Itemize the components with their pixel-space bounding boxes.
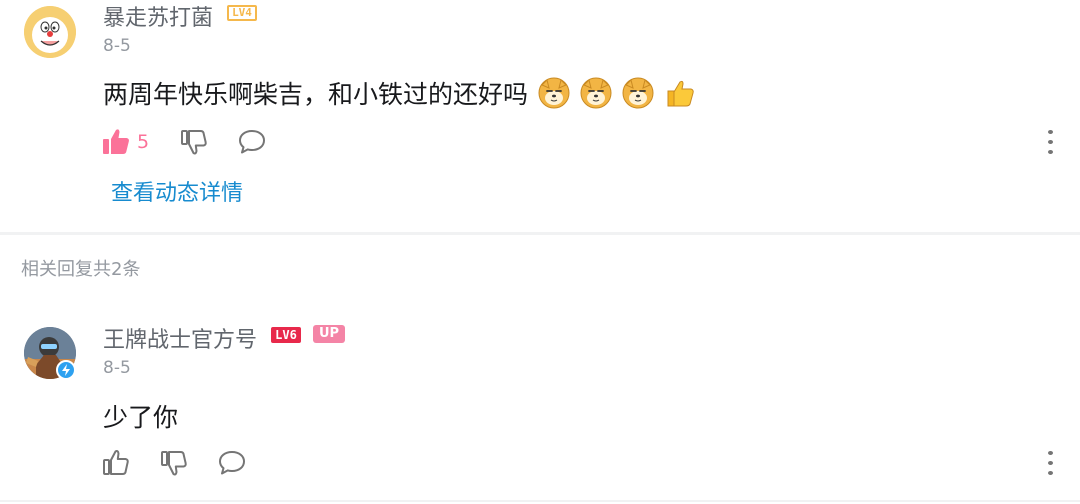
username[interactable]: 王牌战士官方号 [103,322,257,354]
more-dot-icon [1047,471,1053,475]
thumbs-down-icon [161,451,187,476]
more-options-button[interactable] [1045,127,1055,157]
thumbs-down-icon [181,130,207,155]
uploader-badge: UP [313,325,345,343]
doge-emoji-icon [622,77,654,109]
username[interactable]: 暴走苏打菌 [103,0,213,32]
doraemon-avatar-image [24,6,76,58]
thumbs-up-emoji-icon [664,77,696,109]
bottom-divider [0,500,1080,502]
comment-bubble-icon [219,451,245,475]
more-dot-icon [1047,150,1053,154]
view-post-detail-link[interactable]: 查看动态详情 [111,175,243,207]
like-button[interactable] [102,128,130,156]
reply-button[interactable] [238,129,266,155]
more-options-button[interactable] [1045,448,1055,478]
comment-date: 8-5 [103,36,131,56]
comment-text: 两周年快乐啊柴吉，和小铁过的还好吗 [103,76,696,110]
doge-emoji-icon [580,77,612,109]
dislike-button[interactable] [160,449,188,477]
level-badge: LV4 [227,5,257,21]
thumbs-up-icon [103,450,129,475]
comment-text-body: 两周年快乐啊柴吉，和小铁过的还好吗 [103,80,529,109]
dislike-button[interactable] [180,128,208,156]
more-dot-icon [1047,451,1053,455]
like-count: 5 [137,131,150,153]
avatar[interactable] [24,6,76,58]
comment-bubble-icon [239,130,265,154]
verified-badge-icon [56,360,76,380]
more-dot-icon [1047,140,1053,144]
thumbs-up-filled-icon [103,129,129,154]
related-replies-header: 相关回复共2条 [21,259,141,280]
more-dot-icon [1047,130,1053,134]
like-button[interactable] [102,449,130,477]
reply-button[interactable] [218,450,246,476]
doge-emoji-icon [538,77,570,109]
section-divider [0,232,1080,235]
more-dot-icon [1047,461,1053,465]
comment-date: 8-5 [103,358,131,378]
level-badge: LV6 [271,327,301,343]
comment-text: 少了你 [103,403,179,432]
